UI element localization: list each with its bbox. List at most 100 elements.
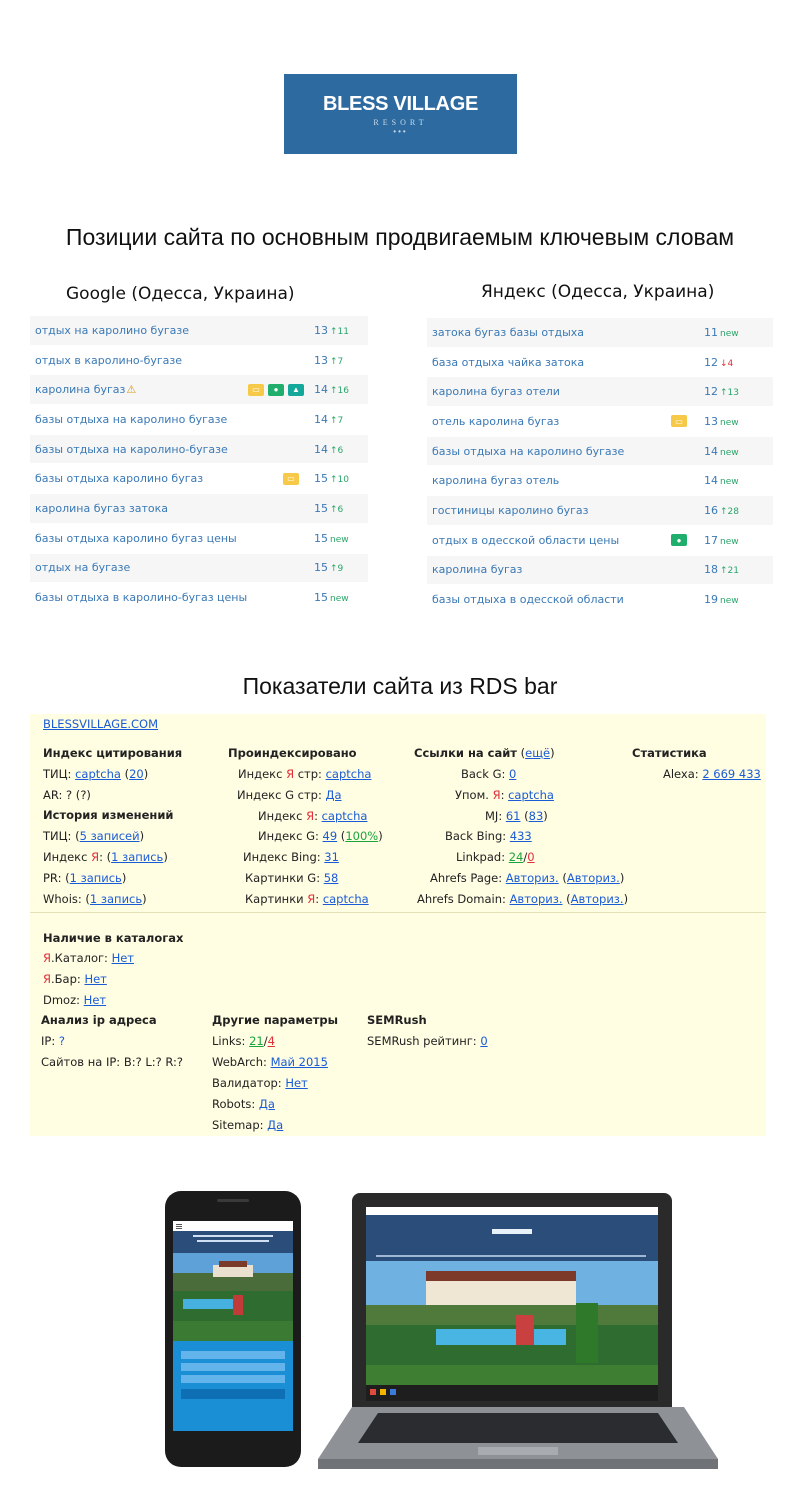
position-number: 14 bbox=[704, 474, 718, 488]
tic-captcha-link[interactable]: captcha bbox=[75, 767, 121, 781]
links-more-link[interactable]: ещё bbox=[525, 746, 550, 760]
index-g-link[interactable]: 49 bbox=[323, 829, 338, 843]
keyword-link[interactable]: базы отдыха в одесской области bbox=[427, 593, 624, 606]
laptop-website-preview bbox=[366, 1207, 658, 1401]
index-ya-link[interactable]: captcha bbox=[322, 809, 368, 823]
keyword-link[interactable]: каролина бугаз отели bbox=[427, 385, 560, 398]
keyword-link[interactable]: каролина бугаз затока bbox=[30, 502, 168, 515]
index-ya-row: Индекс Я: captcha bbox=[258, 809, 368, 823]
position-value: 14 new bbox=[704, 445, 739, 458]
position-value: 13 ↑7 bbox=[314, 354, 343, 367]
images-g-link[interactable]: 58 bbox=[324, 871, 339, 885]
keyword-link[interactable]: отдых на каролино бугазе bbox=[30, 324, 189, 337]
change-value: new bbox=[720, 328, 739, 339]
history-tic-link[interactable]: 5 записей bbox=[80, 829, 140, 843]
ya-catalog-row: Я.Каталог: Нет bbox=[43, 951, 134, 965]
new-badge: new bbox=[330, 535, 349, 545]
image-feature-icon: ▭ bbox=[283, 472, 299, 485]
google-title: Google (Одесса, Украина) bbox=[66, 284, 295, 304]
change-value: 7 bbox=[337, 356, 344, 367]
index-g-percent-link[interactable]: 100% bbox=[345, 829, 378, 843]
position-number: 11 bbox=[704, 325, 718, 339]
keyword-row: каролина бугаз отели 12 ↑13 bbox=[427, 377, 773, 408]
sitemap-link[interactable]: Да bbox=[267, 1118, 283, 1132]
keyword-link[interactable]: отель каролина бугаз bbox=[427, 415, 559, 428]
back-g-label: Back G: bbox=[461, 767, 506, 781]
change-value: 6 bbox=[337, 445, 344, 456]
arrow-down-icon: ↓ bbox=[720, 358, 728, 369]
dmoz-link[interactable]: Нет bbox=[84, 993, 106, 1007]
change-value: new bbox=[330, 594, 349, 605]
keyword-link[interactable]: базы отдыха на каролино бугазе bbox=[427, 445, 624, 458]
keyword-link[interactable]: база отдыха чайка затока bbox=[427, 356, 584, 369]
mj-link[interactable]: 61 bbox=[506, 809, 521, 823]
links-in-link[interactable]: 21 bbox=[249, 1034, 264, 1048]
alexa-link[interactable]: 2 669 433 bbox=[702, 767, 761, 781]
keyword-link[interactable]: каролина бугаз отель bbox=[427, 474, 559, 487]
ip-link[interactable]: ? bbox=[59, 1034, 65, 1048]
arrow-up-icon: ↑ bbox=[330, 386, 338, 397]
position-value: 11 new bbox=[704, 326, 739, 339]
ya-bar-link[interactable]: Нет bbox=[84, 972, 106, 986]
back-g-link[interactable]: 0 bbox=[509, 767, 516, 781]
position-value: 13 new bbox=[704, 415, 739, 428]
links-out-link[interactable]: 4 bbox=[268, 1034, 275, 1048]
keyword-link[interactable]: базы отдыха в каролино-бугаз цены bbox=[30, 591, 247, 604]
ahrefs-page-extra-link[interactable]: Авториз. bbox=[567, 871, 620, 885]
keyword-link[interactable]: гостиницы каролино бугаз bbox=[427, 504, 588, 517]
ahrefs-page-link[interactable]: Авториз. bbox=[506, 871, 559, 885]
phone-screen bbox=[173, 1221, 293, 1431]
webarch-link[interactable]: Май 2015 bbox=[271, 1055, 328, 1069]
arrow-up-icon: ↑ bbox=[330, 564, 338, 575]
yandex-letter: Я bbox=[306, 809, 315, 823]
keyword-link[interactable]: каролина бугаз bbox=[30, 383, 125, 396]
back-bing-link[interactable]: 433 bbox=[510, 829, 532, 843]
webarch-row: WebArch: Май 2015 bbox=[212, 1055, 328, 1069]
position-number: 15 bbox=[314, 591, 328, 605]
keyword-link[interactable]: базы отдыха на каролино-бугазе bbox=[30, 443, 228, 456]
ahrefs-domain-link[interactable]: Авториз. bbox=[510, 892, 563, 906]
semrush-label: SEMRush рейтинг: bbox=[367, 1034, 477, 1048]
robots-link[interactable]: Да bbox=[259, 1097, 275, 1111]
whois-link[interactable]: 1 запись bbox=[90, 892, 142, 906]
position-value: 15 new bbox=[314, 591, 349, 604]
keyword-link[interactable]: каролина бугаз bbox=[427, 563, 522, 576]
index-ya-pages-link[interactable]: captcha bbox=[326, 767, 372, 781]
keyword-link[interactable]: базы отдыха каролино бугаз цены bbox=[30, 532, 237, 545]
images-ya-link[interactable]: captcha bbox=[323, 892, 369, 906]
mj-extra-link[interactable]: 83 bbox=[529, 809, 544, 823]
mentions-ya-link[interactable]: captcha bbox=[508, 788, 554, 802]
history-index-link[interactable]: 1 запись bbox=[111, 850, 163, 864]
position-number: 12 bbox=[704, 355, 718, 369]
linkpad-in-link[interactable]: 24 bbox=[509, 850, 524, 864]
index-g-pages-label: Индекс G стр: bbox=[237, 788, 322, 802]
keyword-link[interactable]: базы отдыха на каролино бугазе bbox=[30, 413, 227, 426]
keyword-row: затока бугаз базы отдыха 11 new bbox=[427, 318, 773, 348]
arrow-up-icon: ↑ bbox=[330, 504, 338, 515]
rds-domain-link[interactable]: BLESSVILLAGE.COM bbox=[43, 717, 158, 731]
ya-catalog-link[interactable]: Нет bbox=[112, 951, 134, 965]
position-change: ↑7 bbox=[330, 416, 343, 426]
links-heading-row: Ссылки на сайт (ещё) bbox=[414, 746, 555, 760]
semrush-link[interactable]: 0 bbox=[480, 1034, 487, 1048]
keyword-link[interactable]: отдых на бугазе bbox=[30, 561, 130, 574]
sites-on-ip-label: Сайтов на IP: bbox=[41, 1055, 121, 1069]
ar-label: AR: bbox=[43, 788, 63, 802]
ahrefs-domain-extra-link[interactable]: Авториз. bbox=[571, 892, 624, 906]
position-number: 16 bbox=[704, 503, 718, 517]
ya-catalog-label: .Каталог: bbox=[51, 951, 108, 965]
keyword-link[interactable]: базы отдыха каролино бугаз bbox=[30, 472, 203, 485]
keyword-link[interactable]: затока бугаз базы отдыха bbox=[427, 326, 584, 339]
validator-link[interactable]: Нет bbox=[285, 1076, 307, 1090]
linkpad-out-link[interactable]: 0 bbox=[527, 850, 534, 864]
position-value: 12 ↑13 bbox=[704, 385, 739, 398]
keyword-link[interactable]: отдых в одесской области цены bbox=[427, 534, 619, 547]
keyword-link[interactable]: отдых в каролино-бугазе bbox=[30, 354, 182, 367]
ar-value: ? bbox=[66, 788, 73, 802]
validator-label: Валидатор: bbox=[212, 1076, 282, 1090]
index-g-pages-link[interactable]: Да bbox=[326, 788, 342, 802]
index-bing-link[interactable]: 31 bbox=[324, 850, 339, 864]
pr-link[interactable]: 1 запись bbox=[70, 871, 122, 885]
ip-label: IP: bbox=[41, 1034, 56, 1048]
tic-value-link[interactable]: 20 bbox=[129, 767, 144, 781]
